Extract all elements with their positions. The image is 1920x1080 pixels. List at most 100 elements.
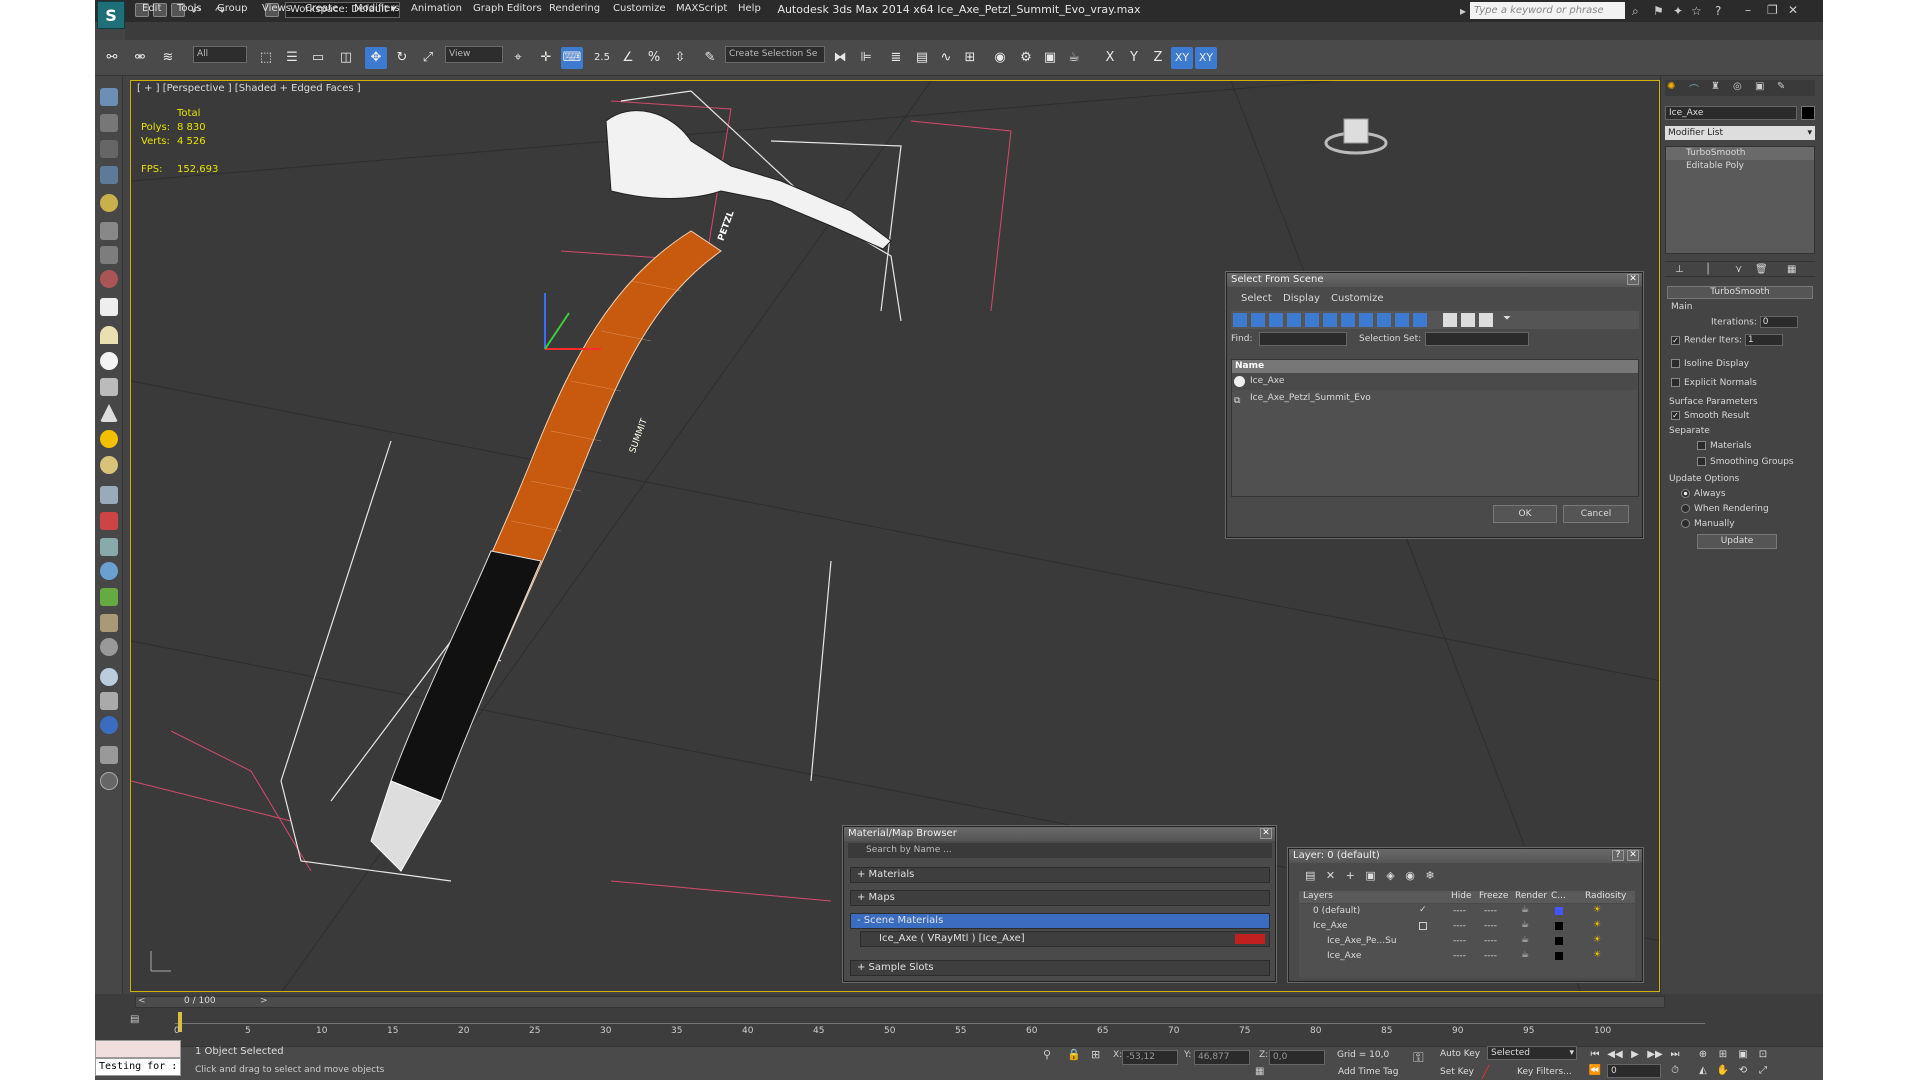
cancel-button[interactable]: Cancel — [1563, 505, 1629, 523]
time-config-icon[interactable]: ⏱ — [1667, 1064, 1683, 1078]
layer-color-swatch[interactable] — [1555, 922, 1563, 930]
hide-cell[interactable]: ---- — [1453, 921, 1466, 931]
filter-xrefs-icon[interactable] — [1359, 313, 1373, 327]
brush-icon[interactable] — [100, 512, 118, 530]
pin-stack-icon[interactable]: ⊥ — [1675, 264, 1684, 275]
close-icon[interactable]: ✕ — [1788, 3, 1798, 17]
utilities-tab-icon[interactable]: ✎ — [1777, 81, 1785, 92]
menu-customize[interactable]: Customize — [613, 3, 666, 14]
hierarchy-tab-icon[interactable]: ♜ — [1711, 81, 1720, 92]
menu-modifiers[interactable]: Modifiers — [354, 3, 400, 14]
motion-tab-icon[interactable]: ◎ — [1733, 81, 1742, 92]
object-name-field[interactable]: Ice_Axe — [1665, 106, 1797, 120]
object-color-swatch[interactable] — [1801, 106, 1815, 120]
window-crossing-icon[interactable]: ◫ — [335, 47, 357, 69]
zoom-extents-icon[interactable]: ▣ — [1735, 1048, 1751, 1062]
filter-cameras-icon[interactable] — [1287, 313, 1301, 327]
keyboard-shortcut-override-icon[interactable]: ⌨ — [561, 47, 583, 69]
target-icon[interactable] — [100, 638, 118, 656]
render-iters-checkbox[interactable]: ✓ — [1671, 335, 1680, 345]
subscription-icon[interactable]: ⚑ — [1653, 4, 1664, 18]
next-key-icon[interactable]: ▶▶ — [1647, 1048, 1663, 1062]
render-column[interactable]: Render — [1515, 891, 1547, 901]
configure-sets-icon[interactable]: ▦ — [1787, 264, 1796, 275]
edit-named-selection-icon[interactable]: ✎ — [699, 47, 721, 69]
camera-icon[interactable] — [100, 692, 118, 710]
list-item[interactable]: ⧉ Ice_Axe_Petzl_Summit_Evo — [1232, 390, 1638, 407]
question-icon[interactable] — [100, 772, 118, 790]
menu-group[interactable]: Group — [217, 3, 247, 14]
hand-icon[interactable] — [100, 614, 118, 632]
add-time-tag[interactable]: Add Time Tag — [1338, 1067, 1398, 1077]
axis-z-button[interactable]: Z — [1147, 47, 1169, 69]
find-input[interactable] — [1259, 332, 1347, 346]
field-of-view-icon[interactable]: ◭ — [1695, 1064, 1711, 1078]
radiosity-column[interactable]: Radiosity — [1585, 891, 1626, 901]
filter-geometry-icon[interactable] — [1233, 313, 1247, 327]
link-icon[interactable]: ⚯ — [101, 47, 123, 69]
list-item[interactable]: Ice_Axe — [1232, 373, 1638, 390]
key-mode-dropdown[interactable]: Selected ▾ — [1487, 1046, 1577, 1060]
create-tab-icon[interactable]: ✺ — [1667, 81, 1675, 92]
material-search-input[interactable]: Search by Name ... — [848, 843, 1272, 858]
go-to-end-icon[interactable]: ⏭ — [1667, 1048, 1683, 1062]
radiosity-icon[interactable]: ☀ — [1593, 935, 1601, 945]
globe-icon[interactable] — [100, 562, 118, 580]
pan-view-icon[interactable]: ✋ — [1715, 1064, 1731, 1078]
light-bulb-icon[interactable] — [100, 194, 118, 212]
percent-snap-icon[interactable]: % — [643, 47, 665, 69]
stack-item-editable-poly[interactable]: Editable Poly — [1666, 160, 1814, 173]
maxscript-listener-pink[interactable] — [95, 1040, 181, 1058]
select-invert-icon[interactable] — [1479, 313, 1493, 327]
filter-spacewarps-icon[interactable] — [1323, 313, 1337, 327]
render-teapot-icon[interactable]: ☕ — [1521, 920, 1529, 930]
freeze-column[interactable]: Freeze — [1479, 891, 1508, 901]
snap-toggle-icon[interactable]: 2.5 — [591, 47, 613, 69]
mirror-icon[interactable]: ⧓ — [829, 47, 851, 69]
key-icon[interactable]: ⚿ — [1413, 1050, 1424, 1066]
bind-space-warp-icon[interactable]: ≋ — [157, 47, 179, 69]
dome-icon[interactable] — [100, 326, 118, 344]
binoculars-icon[interactable]: ⌕ — [1632, 4, 1639, 19]
stack-item-turbosmooth[interactable]: TurboSmooth — [1666, 147, 1814, 160]
y-coordinate-field[interactable]: 46,877 — [1194, 1050, 1250, 1065]
maps-section[interactable]: + Maps — [850, 890, 1270, 906]
named-selection-set-dropdown[interactable]: Create Selection Se — [725, 46, 825, 63]
particle-icon[interactable] — [100, 270, 118, 288]
hide-cell[interactable]: ---- — [1453, 951, 1466, 961]
layer-color-swatch[interactable] — [1555, 937, 1563, 945]
play-icon[interactable]: ▶ — [1627, 1048, 1643, 1062]
zoom-extents-all-icon[interactable]: ⊡ — [1755, 1048, 1771, 1062]
pivot-center-icon[interactable]: ⌖ — [507, 47, 529, 69]
sfs-menu-customize[interactable]: Customize — [1331, 293, 1384, 304]
schematic-view-icon[interactable]: ⊞ — [959, 47, 981, 69]
x-coordinate-field[interactable]: -53,12 — [1122, 1050, 1178, 1065]
chain-icon[interactable] — [100, 222, 118, 240]
plant-icon[interactable] — [100, 588, 118, 606]
freeze-cell[interactable]: ---- — [1484, 951, 1497, 961]
iterations-spinner[interactable]: 0 — [1759, 316, 1798, 328]
select-and-scale-icon[interactable]: ⤢ — [417, 47, 439, 69]
grid-icon[interactable] — [100, 486, 118, 504]
favorites-star-icon[interactable]: ☆ — [1691, 4, 1702, 18]
axis-xy-toggle-button[interactable]: XY — [1195, 47, 1217, 69]
key-filters-button[interactable]: Key Filters... — [1517, 1067, 1572, 1077]
triangle-icon[interactable] — [100, 538, 118, 556]
close-icon[interactable]: ✕ — [1627, 274, 1639, 285]
current-frame-field[interactable]: 0 — [1607, 1064, 1661, 1078]
isoline-checkbox[interactable] — [1671, 359, 1680, 368]
menu-views[interactable]: Views — [262, 3, 291, 14]
menu-create[interactable]: Create — [305, 3, 338, 14]
minimize-icon[interactable]: – — [1745, 3, 1751, 17]
mini-curve-editor-icon[interactable]: ▤ — [130, 1014, 146, 1028]
hide-all-icon[interactable]: ◉ — [1405, 869, 1415, 882]
scene-material-item[interactable]: Ice_Axe ( VRayMtl ) [Ice_Axe] — [860, 931, 1270, 947]
auto-key-button[interactable]: Auto Key — [1440, 1049, 1480, 1059]
render-iters-spinner[interactable]: 1 — [1744, 334, 1783, 346]
menu-tools[interactable]: Tools — [177, 3, 202, 14]
remove-modifier-icon[interactable]: 🗑 — [1755, 264, 1768, 275]
sphere-icon[interactable] — [100, 352, 118, 370]
freeze-cell[interactable]: ---- — [1484, 906, 1497, 916]
current-layer-box[interactable] — [1419, 922, 1427, 930]
filter-containers-icon[interactable] — [1395, 313, 1409, 327]
